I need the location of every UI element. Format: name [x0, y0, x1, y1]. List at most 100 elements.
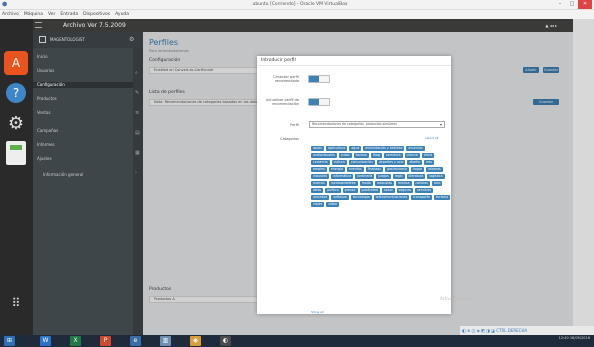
- apps-grid-icon[interactable]: ⠿: [4, 291, 28, 315]
- select-all-link[interactable]: select all: [425, 136, 438, 140]
- sidebar-item-inicio[interactable]: Inicio: [37, 54, 48, 60]
- sidebar-subitem-general[interactable]: Información general: [43, 172, 83, 178]
- category-tag[interactable]: jardinería: [355, 174, 375, 179]
- word-icon[interactable]: W: [40, 336, 51, 346]
- category-tag[interactable]: vídeo: [326, 202, 339, 207]
- maximize-icon[interactable]: □: [566, 0, 578, 9]
- category-tag[interactable]: cerámica: [383, 153, 403, 158]
- category-tag[interactable]: comunicación: [348, 160, 375, 165]
- category-tag[interactable]: música: [396, 181, 412, 186]
- sidebar-item-usuarios[interactable]: Usuarios: [37, 68, 54, 74]
- category-tag[interactable]: software: [331, 195, 349, 200]
- category-tag[interactable]: eventos: [346, 167, 364, 172]
- category-tag[interactable]: logística: [427, 174, 445, 179]
- gear-icon[interactable]: ⚙: [129, 35, 134, 44]
- category-tag[interactable]: juegos: [376, 174, 391, 179]
- field1-toggle[interactable]: [308, 75, 330, 83]
- category-tag[interactable]: anuncios: [406, 146, 425, 151]
- category-tag[interactable]: hogar: [410, 167, 425, 172]
- clock[interactable]: 12:40 16/05/2016: [559, 336, 590, 341]
- category-tag[interactable]: servicios: [415, 188, 434, 193]
- category-tag[interactable]: publicidad: [359, 188, 380, 193]
- chart-icon[interactable]: ▦: [135, 150, 140, 156]
- store-icon[interactable]: A: [4, 51, 28, 75]
- category-tag[interactable]: agricultura: [325, 146, 348, 151]
- app-icon[interactable]: ◐: [220, 336, 231, 346]
- close-icon[interactable]: ✕: [578, 0, 592, 9]
- settings-icon[interactable]: ⚙: [4, 111, 28, 135]
- category-tag[interactable]: transporte: [411, 195, 432, 200]
- menu-ver[interactable]: Ver: [48, 10, 55, 19]
- category-tag[interactable]: prensa: [342, 188, 358, 193]
- help-icon[interactable]: ?: [4, 81, 28, 105]
- category-tag[interactable]: diseño: [407, 160, 422, 165]
- category-tag[interactable]: legal: [392, 174, 405, 179]
- category-tag[interactable]: cultura: [331, 160, 347, 165]
- category-tag[interactable]: autos: [338, 153, 352, 158]
- field2-toggle[interactable]: [308, 98, 330, 106]
- category-tag[interactable]: sociedad: [311, 195, 330, 200]
- category-tag[interactable]: salud: [382, 188, 395, 193]
- site-name[interactable]: MAGENTOLOGIST: [50, 35, 85, 44]
- category-tag[interactable]: alimentación y bebidas: [363, 146, 405, 151]
- category-tag[interactable]: deportes y ocio: [376, 160, 406, 165]
- category-tag[interactable]: otros: [311, 188, 324, 193]
- folder-icon[interactable]: ▤: [135, 130, 140, 136]
- excel-icon[interactable]: X: [70, 336, 81, 346]
- category-tag[interactable]: telecomunicaciones: [373, 195, 410, 200]
- show-all-link[interactable]: Show all: [311, 310, 324, 314]
- powerpoint-icon[interactable]: P: [100, 336, 111, 346]
- category-tag[interactable]: ciencia: [404, 153, 420, 158]
- profile-select[interactable]: Recomendaciones de categorías, productos…: [309, 121, 445, 128]
- category-tag[interactable]: tecnología: [350, 195, 372, 200]
- sidebar-item-configuracion[interactable]: Configuración: [33, 82, 133, 88]
- category-tag[interactable]: finanzas: [365, 167, 383, 172]
- menu-grip-icon[interactable]: [35, 22, 42, 28]
- category-tag[interactable]: seguros: [396, 188, 414, 193]
- sidebar-item-ventas[interactable]: Ventas: [37, 110, 51, 116]
- search-icon[interactable]: ⌕: [135, 70, 138, 76]
- category-tag[interactable]: política: [325, 188, 341, 193]
- category-tag[interactable]: literatura: [406, 174, 426, 179]
- category-tag[interactable]: viajes: [311, 202, 325, 207]
- category-tag[interactable]: marcas: [311, 181, 327, 186]
- category-tag[interactable]: informática: [331, 174, 354, 179]
- category-tag[interactable]: moda: [359, 181, 373, 186]
- store-taskbar-icon[interactable]: ◆: [190, 336, 201, 346]
- category-tag[interactable]: blog: [370, 153, 382, 158]
- category-tag[interactable]: ocio: [431, 181, 443, 186]
- category-tag[interactable]: medioambiente: [328, 181, 358, 186]
- category-tag[interactable]: bancos: [353, 153, 369, 158]
- category-tag[interactable]: empleo: [311, 167, 327, 172]
- category-tag[interactable]: audiovisuales: [311, 153, 337, 158]
- menu-archivo[interactable]: Archivo: [2, 10, 19, 19]
- explorer-icon[interactable]: e: [130, 336, 141, 346]
- sidebar-item-productos[interactable]: Productos: [37, 96, 57, 102]
- category-tag[interactable]: turismo: [434, 195, 451, 200]
- edit-icon[interactable]: ✎: [135, 90, 139, 96]
- sidebar-item-ajustes[interactable]: Ajustes: [37, 156, 52, 162]
- menu-ayuda[interactable]: Ayuda: [115, 10, 129, 19]
- arrow-icon[interactable]: ›: [135, 170, 137, 176]
- category-tag[interactable]: energía: [328, 167, 345, 172]
- category-tag[interactable]: clima: [421, 153, 435, 158]
- category-tag[interactable]: noticias: [413, 181, 430, 186]
- vbox-statusbar[interactable]: ◧ ⊕ ◫ ◈ ◩ ◨ ◪ CTRL DERECHA: [460, 326, 594, 335]
- category-tag[interactable]: comercio: [311, 160, 330, 165]
- menu-entrada[interactable]: Entrada: [60, 10, 78, 19]
- calculator-icon[interactable]: [6, 141, 26, 165]
- start-icon[interactable]: ⊞: [4, 336, 15, 346]
- minimize-icon[interactable]: –: [554, 0, 566, 9]
- sidebar-item-campanas[interactable]: Campañas: [37, 128, 58, 134]
- category-tag[interactable]: gastronomía: [384, 167, 409, 172]
- sidebar-item-informes[interactable]: Informes: [37, 142, 55, 148]
- list-icon[interactable]: ≡: [135, 110, 139, 116]
- guest-indicators[interactable]: ▲ ◂◂ ▸: [545, 21, 557, 30]
- category-tag[interactable]: agua: [349, 146, 362, 151]
- menu-maquina[interactable]: Máquina: [24, 10, 43, 19]
- category-tag[interactable]: mascotas: [374, 181, 395, 186]
- category-tag[interactable]: edu: [423, 160, 434, 165]
- category-tag[interactable]: aprox: [311, 146, 324, 151]
- category-tag[interactable]: idiomas: [426, 167, 443, 172]
- folder-icon[interactable]: ▥: [160, 336, 171, 346]
